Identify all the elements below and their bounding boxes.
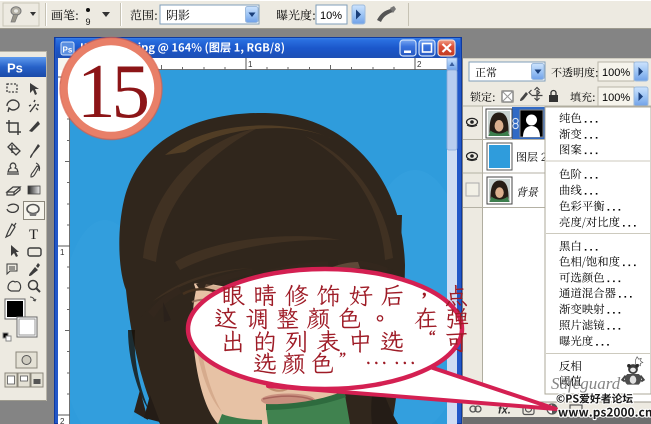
svg-text:10%: 10% [320, 10, 342, 22]
svg-text:Ps: Ps [63, 46, 73, 55]
svg-text:100%: 100% [602, 67, 630, 79]
svg-text:9: 9 [86, 17, 91, 27]
svg-text:T: T [29, 227, 38, 243]
svg-text:Ps: Ps [7, 61, 23, 76]
svg-text:2: 2 [60, 417, 65, 424]
svg-text:100%: 100% [602, 92, 630, 104]
svg-text:2: 2 [417, 60, 422, 69]
svg-text:1: 1 [248, 60, 253, 69]
svg-text:15: 15 [77, 48, 148, 134]
svg-text:1: 1 [60, 248, 65, 257]
svg-text:Safeguard: Safeguard [551, 374, 621, 393]
